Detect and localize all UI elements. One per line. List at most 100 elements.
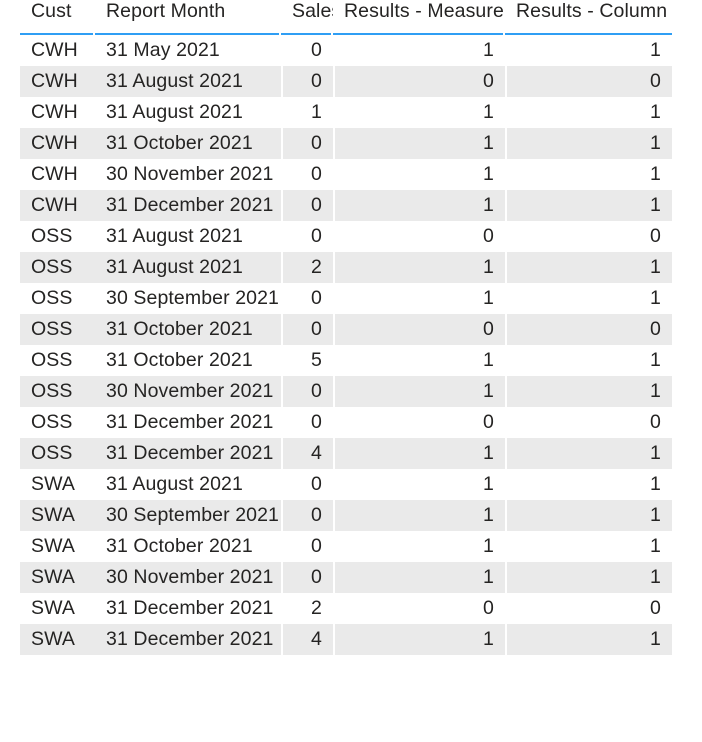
cell-sales: 0: [281, 531, 333, 562]
cell-month-value: 30 November 2021: [106, 380, 274, 402]
table-row[interactable]: OSS 31 August 2021 0 0 0: [20, 221, 672, 252]
table-body: CWH 31 May 2021 0 1 1 CWH 31 August 2021 0 0 0 CWH…: [20, 35, 672, 655]
cell-measure-value: 1: [483, 287, 494, 309]
cell-month-value: 31 August 2021: [106, 473, 243, 495]
cell-month: 31 August 2021: [95, 221, 281, 252]
cell-measure: 1: [333, 376, 505, 407]
cell-measure-value: 1: [483, 473, 494, 495]
column-header-results-measure[interactable]: Results - Measure: [333, 0, 505, 35]
cell-column: 1: [505, 35, 672, 66]
table-row[interactable]: CWH 31 October 2021 0 1 1: [20, 128, 672, 159]
cell-column-value: 1: [650, 39, 661, 61]
table-row[interactable]: CWH 31 August 2021 1 1 1: [20, 97, 672, 128]
cell-month: 31 October 2021: [95, 128, 281, 159]
cell-column-value: 0: [650, 411, 661, 433]
cell-month-value: 30 November 2021: [106, 566, 274, 588]
cell-month-value: 30 September 2021: [106, 504, 279, 526]
cell-column: 0: [505, 314, 672, 345]
cell-sales-value: 0: [311, 504, 322, 526]
table-row[interactable]: CWH 31 August 2021 0 0 0: [20, 66, 672, 97]
table-row[interactable]: OSS 31 December 2021 4 1 1: [20, 438, 672, 469]
cell-sales: 0: [281, 283, 333, 314]
cell-measure-value: 1: [483, 628, 494, 650]
table-row[interactable]: SWA 30 September 2021 0 1 1: [20, 500, 672, 531]
cell-cust-value: OSS: [31, 225, 73, 247]
cell-measure: 1: [333, 283, 505, 314]
cell-cust: OSS: [20, 314, 95, 345]
cell-sales-value: 0: [311, 380, 322, 402]
cell-sales-value: 5: [311, 349, 322, 371]
table-row[interactable]: OSS 31 December 2021 0 0 0: [20, 407, 672, 438]
cell-column: 1: [505, 128, 672, 159]
table-row[interactable]: CWH 31 December 2021 0 1 1: [20, 190, 672, 221]
cell-column-value: 0: [650, 225, 661, 247]
table-row[interactable]: CWH 31 May 2021 0 1 1: [20, 35, 672, 66]
cell-month: 31 May 2021: [95, 35, 281, 66]
cell-cust: SWA: [20, 562, 95, 593]
cell-column-value: 1: [650, 380, 661, 402]
table-row[interactable]: SWA 31 October 2021 0 1 1: [20, 531, 672, 562]
cell-sales: 0: [281, 66, 333, 97]
cell-cust: OSS: [20, 345, 95, 376]
column-header-sales[interactable]: Sales: [281, 0, 342, 35]
cell-sales-value: 0: [311, 225, 322, 247]
table-row[interactable]: CWH 30 November 2021 0 1 1: [20, 159, 672, 190]
cell-column-value: 0: [650, 318, 661, 340]
cell-cust-value: SWA: [31, 473, 75, 495]
cell-cust: OSS: [20, 221, 95, 252]
cell-measure-value: 1: [483, 442, 494, 464]
cell-cust-value: CWH: [31, 101, 78, 123]
cell-month-value: 31 October 2021: [106, 349, 253, 371]
cell-column-value: 1: [650, 628, 661, 650]
column-header-cust[interactable]: Cust: [20, 0, 95, 35]
cell-cust: CWH: [20, 66, 95, 97]
column-header-results-measure-label: Results - Measure: [344, 0, 504, 22]
table-row[interactable]: SWA 30 November 2021 0 1 1: [20, 562, 672, 593]
cell-column: 0: [505, 66, 672, 97]
cell-measure-value: 0: [483, 70, 494, 92]
cell-cust-value: SWA: [31, 628, 75, 650]
cell-column: 1: [505, 531, 672, 562]
cell-measure-value: 1: [483, 194, 494, 216]
cell-measure-value: 0: [483, 225, 494, 247]
cell-measure: 1: [333, 35, 505, 66]
cell-sales: 0: [281, 35, 333, 66]
cell-sales: 0: [281, 221, 333, 252]
table-row[interactable]: OSS 30 September 2021 0 1 1: [20, 283, 672, 314]
cell-column-value: 1: [650, 566, 661, 588]
cell-sales-value: 4: [311, 442, 322, 464]
cell-column-value: 1: [650, 132, 661, 154]
cell-cust-value: OSS: [31, 349, 73, 371]
cell-month: 30 September 2021: [95, 283, 281, 314]
cell-column: 1: [505, 159, 672, 190]
column-header-results-column[interactable]: Results - Column: [505, 0, 672, 35]
cell-sales-value: 2: [311, 256, 322, 278]
cell-cust-value: OSS: [31, 287, 73, 309]
cell-measure: 1: [333, 97, 505, 128]
cell-column-value: 1: [650, 473, 661, 495]
cell-measure: 1: [333, 531, 505, 562]
table-row[interactable]: OSS 31 October 2021 0 0 0: [20, 314, 672, 345]
cell-cust: SWA: [20, 500, 95, 531]
table-row[interactable]: SWA 31 December 2021 4 1 1: [20, 624, 672, 655]
column-header-sales-label: Sales: [292, 0, 342, 22]
cell-column-value: 1: [650, 442, 661, 464]
cell-sales-value: 0: [311, 194, 322, 216]
cell-column: 1: [505, 97, 672, 128]
table-row[interactable]: OSS 31 October 2021 5 1 1: [20, 345, 672, 376]
results-table: Cust Report Month Sales Results - Measur…: [20, 0, 672, 655]
table-row[interactable]: OSS 30 November 2021 0 1 1: [20, 376, 672, 407]
cell-column: 1: [505, 500, 672, 531]
cell-month: 31 October 2021: [95, 531, 281, 562]
cell-cust: OSS: [20, 438, 95, 469]
table-row[interactable]: OSS 31 August 2021 2 1 1: [20, 252, 672, 283]
cell-sales: 0: [281, 469, 333, 500]
cell-column-value: 1: [650, 349, 661, 371]
cell-measure-value: 1: [483, 349, 494, 371]
table-row[interactable]: SWA 31 August 2021 0 1 1: [20, 469, 672, 500]
table-row[interactable]: SWA 31 December 2021 2 0 0: [20, 593, 672, 624]
cell-measure: 0: [333, 593, 505, 624]
cell-column-value: 1: [650, 163, 661, 185]
cell-cust: CWH: [20, 35, 95, 66]
column-header-report-month[interactable]: Report Month: [95, 0, 281, 35]
